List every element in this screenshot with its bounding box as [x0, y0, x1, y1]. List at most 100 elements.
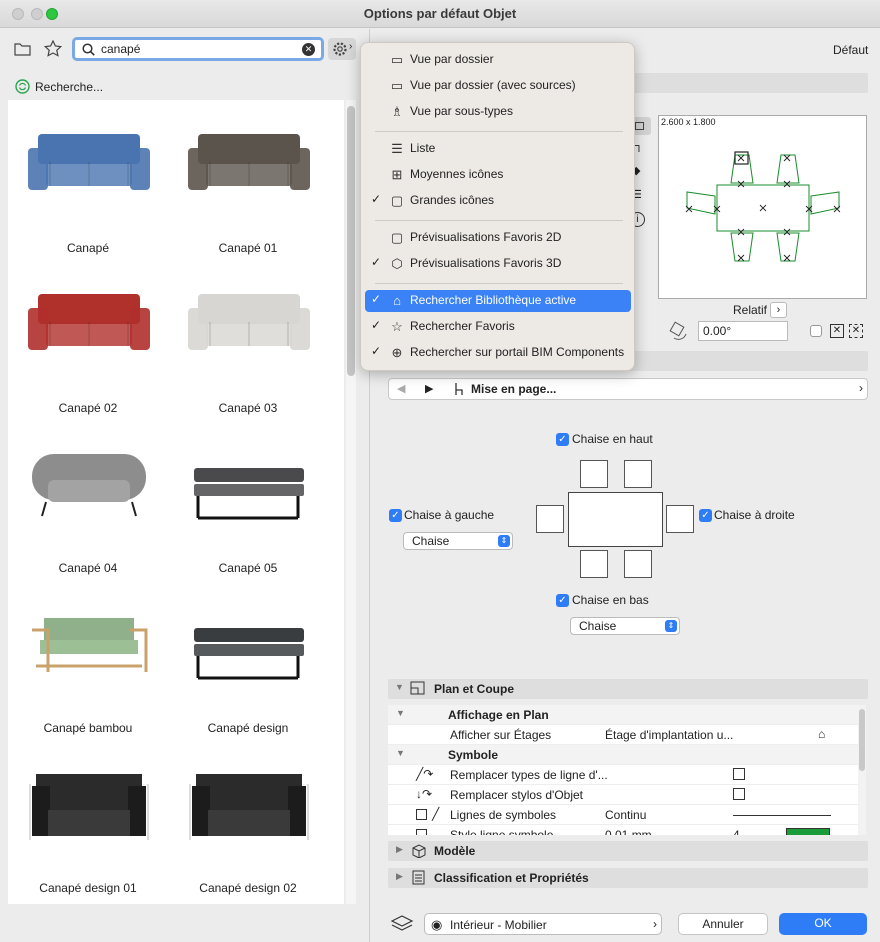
menu-item[interactable]: ✓ ☆ Rechercher Favoris	[365, 316, 631, 338]
scrollbar-thumb[interactable]	[347, 106, 355, 376]
library-item[interactable]: Canapé design	[168, 580, 328, 740]
library-item[interactable]: Canapé 01	[168, 100, 328, 260]
menu-item[interactable]: ✓ ⌂ Rechercher Bibliothèque active	[365, 290, 631, 312]
menu-item[interactable]: ✓ ▢ Grandes icônes	[365, 190, 631, 212]
settings-menu-button[interactable]: ›	[328, 38, 356, 60]
chair-left	[536, 505, 564, 533]
symbol-lines-checkbox[interactable]	[416, 809, 427, 820]
folder-icon[interactable]	[14, 41, 32, 57]
mirror-x-icon[interactable]: ✕	[830, 324, 844, 338]
plan-symbol-drawing	[685, 151, 841, 262]
star-icon[interactable]	[44, 40, 62, 58]
menu-item[interactable]: ♗ Vue par sous-types	[365, 101, 631, 123]
left-chair-checkbox[interactable]: ✓	[389, 509, 402, 522]
library-item[interactable]: Canapé 05	[168, 420, 328, 580]
menu-item-label: Moyennes icônes	[410, 167, 504, 181]
layers-icon[interactable]	[390, 914, 414, 932]
grid-scrollbar[interactable]	[346, 100, 356, 904]
menu-item-label: Vue par dossier	[410, 52, 494, 66]
display-group-label: Affichage en Plan	[448, 708, 549, 722]
menu-item-label: Prévisualisations Favoris 3D	[410, 256, 562, 270]
bottom-chair-checkbox[interactable]: ✓	[556, 594, 569, 607]
replace-line-label: Remplacer types de ligne d'...	[450, 768, 608, 782]
search-field[interactable]: canapé ✕	[72, 37, 324, 61]
disclosure-closed-icon: ▶	[396, 871, 403, 881]
library-item[interactable]: Canapé	[8, 100, 168, 260]
library-item[interactable]: Canapé 04	[8, 420, 168, 580]
item-caption: Canapé	[66, 241, 110, 255]
layout-nav-label[interactable]: Mise en page...	[471, 382, 556, 396]
eye-icon: ◉	[431, 917, 443, 932]
object-grid: Canapé Canapé 01 Canapé 02 Canapé 03 Canapé …	[8, 100, 344, 904]
library-item[interactable]: Canapé design 02	[168, 740, 328, 900]
refresh-icon[interactable]	[15, 79, 30, 94]
replace-pens-checkbox[interactable]	[733, 788, 745, 800]
clear-search-icon[interactable]: ✕	[302, 43, 315, 56]
nav-forward-button[interactable]: ▶	[425, 382, 433, 395]
globe-icon: ⊕	[391, 345, 403, 360]
square-icon: ▢	[390, 193, 404, 208]
menu-item-label: Vue par sous-types	[410, 104, 513, 118]
chevron-right-icon[interactable]: ›	[859, 381, 863, 395]
disclosure-open-icon: ▼	[395, 682, 404, 692]
menu-item[interactable]: ☰ Liste	[365, 138, 631, 160]
menu-item[interactable]: ▭ Vue par dossier	[365, 49, 631, 71]
floors-icon[interactable]: ⌂	[818, 727, 825, 741]
menu-item-label: Vue par dossier (avec sources)	[410, 78, 576, 92]
show-on-floors-row[interactable]: Afficher sur Étages Étage d'implantation …	[388, 725, 858, 745]
grid-icon: ⊞	[391, 167, 403, 182]
chair-icon	[455, 383, 463, 395]
menu-item[interactable]: ✓ ⊕ Rechercher sur portail BIM Components	[365, 342, 631, 364]
library-item[interactable]: Canapé bambou	[8, 580, 168, 740]
left-chair-select[interactable]: Chaise ⇕	[403, 532, 513, 550]
right-chair-label: Chaise à droite	[714, 508, 795, 522]
library-item[interactable]: Canapé 02	[8, 260, 168, 420]
library-item[interactable]: Canapé 03	[168, 260, 328, 420]
line-style-pen: 4	[733, 828, 740, 836]
mirror-checkbox[interactable]	[810, 325, 822, 337]
plan-section-header[interactable]: ▼ Plan et Coupe	[388, 679, 868, 699]
bottom-chair-select[interactable]: Chaise ⇕	[570, 617, 680, 635]
chevron-right-icon: ›	[653, 917, 657, 931]
replace-line-row[interactable]: ╱↷ Remplacer types de ligne d'...	[388, 765, 858, 785]
nav-back-button[interactable]: ◀	[397, 382, 405, 395]
top-chair-checkbox[interactable]: ✓	[556, 433, 569, 446]
symbol-group-row[interactable]: ▼ Symbole	[388, 745, 858, 765]
line-style-row[interactable]: Style ligne symbole 0.01 mm 4	[388, 825, 858, 836]
mirror-y-icon[interactable]: ✕	[849, 324, 863, 338]
model-section-header[interactable]: ▶ Modèle	[388, 841, 868, 861]
menu-item[interactable]: ▭ Vue par dossier (avec sources)	[365, 75, 631, 97]
left-chair-label: Chaise à gauche	[404, 508, 495, 522]
pen-color-swatch[interactable]	[786, 828, 830, 835]
replace-line-checkbox[interactable]	[733, 768, 745, 780]
search-input[interactable]: canapé	[101, 42, 140, 56]
menu-item[interactable]: ⊞ Moyennes icônes	[365, 164, 631, 186]
checkmark-icon: ✓	[371, 255, 382, 269]
replace-pens-row[interactable]: ↓↷ Remplacer stylos d'Objet	[388, 785, 858, 805]
sofa-thumbnail	[194, 628, 304, 680]
display-group-row[interactable]: ▼ Affichage en Plan	[388, 705, 858, 725]
ok-button[interactable]: OK	[779, 913, 867, 935]
menu-item[interactable]: ▢ Prévisualisations Favoris 2D	[365, 227, 631, 249]
right-chair-checkbox[interactable]: ✓	[699, 509, 712, 522]
refresh-label[interactable]: Recherche...	[35, 80, 103, 94]
cancel-button[interactable]: Annuler	[678, 913, 768, 935]
menu-separator	[375, 283, 623, 284]
layer-select[interactable]: ◉ Intérieur - Mobilier ›	[424, 913, 662, 935]
classification-section-header[interactable]: ▶ Classification et Propriétés	[388, 868, 868, 888]
item-caption: Canapé design	[207, 721, 289, 735]
plan-scrollbar[interactable]	[858, 705, 866, 835]
symbol-lines-row[interactable]: ╱ Lignes de symboles Continu	[388, 805, 858, 825]
angle-input[interactable]: 0.00°	[698, 321, 788, 341]
mode-toggle-button[interactable]: ›	[770, 302, 787, 318]
layer-label: Intérieur - Mobilier	[450, 918, 547, 932]
symbol-lines-label: Lignes de symboles	[450, 808, 557, 822]
menu-item[interactable]: ✓ ⬡ Prévisualisations Favoris 3D	[365, 253, 631, 275]
item-caption: Canapé design 01	[39, 881, 137, 895]
mode-label: Relatif	[733, 303, 768, 317]
menu-item-label: Rechercher Bibliothèque active	[410, 293, 577, 307]
rotation-angle-icon	[669, 321, 687, 340]
symbol-lines-value: Continu	[605, 808, 647, 822]
bottom-chair-select-value: Chaise	[579, 619, 617, 633]
library-item[interactable]: Canapé design 01	[8, 740, 168, 900]
